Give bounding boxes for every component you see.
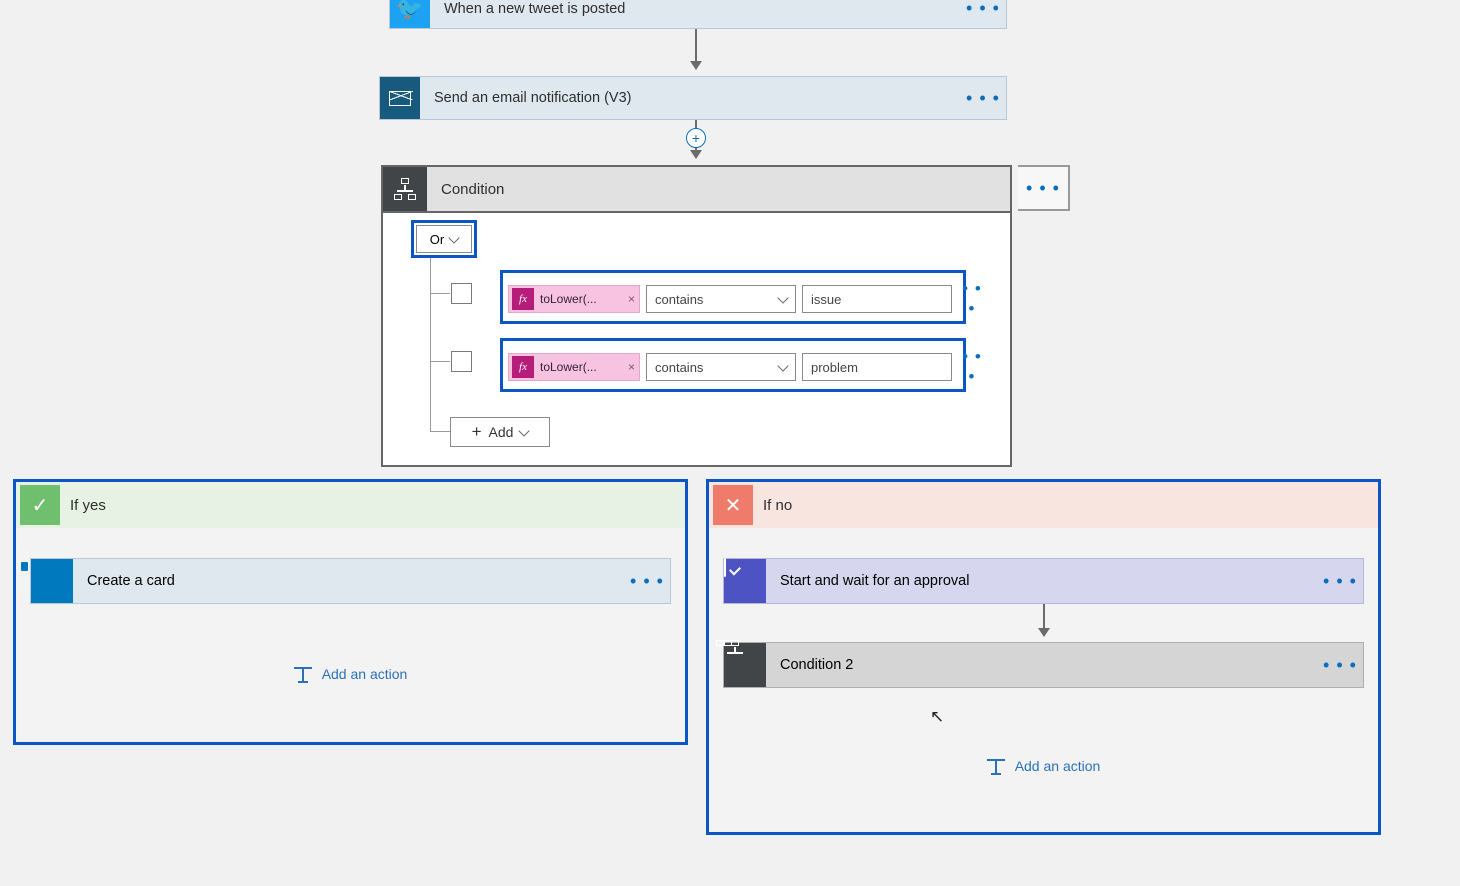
row-2-operator-select[interactable]: contains <box>646 353 796 381</box>
fx-icon: fx <box>512 288 534 310</box>
branch-no-title: If no <box>763 497 792 514</box>
step-trigger-label: When a new tweet is posted <box>430 0 960 28</box>
no-add-action-label: Add an action <box>1015 758 1101 774</box>
condition-icon <box>724 643 766 687</box>
step-email-label: Send an email notification (V3) <box>420 77 960 119</box>
step-trigger-menu[interactable]: • • • <box>960 0 1006 28</box>
chevron-down-icon <box>777 292 788 303</box>
step-condition-2[interactable]: Condition 2 • • • <box>723 642 1364 688</box>
group-operator-label: Or <box>430 232 444 247</box>
condition-row-2: fx toLower(... × contains • • • <box>508 347 986 387</box>
close-icon: ✕ <box>713 485 753 525</box>
row-1-value-input[interactable] <box>802 285 952 313</box>
condition-body: Or fx toLower(... × contains <box>383 213 1010 467</box>
step-approval[interactable]: Start and wait for an approval • • • <box>723 558 1364 604</box>
row-2-expression-chip[interactable]: fx toLower(... × <box>508 353 640 381</box>
yes-add-action[interactable]: Add an action <box>16 666 685 682</box>
twitter-icon: 🐦 <box>390 0 430 28</box>
step-create-card[interactable]: Create a card • • • <box>30 558 671 604</box>
chevron-down-icon <box>777 360 788 371</box>
step-condition-2-menu[interactable]: • • • <box>1317 643 1363 687</box>
trello-icon <box>31 559 73 603</box>
branch-no-header: ✕ If no <box>709 482 1378 528</box>
flow-canvas: 🐦 When a new tweet is posted • • • Send … <box>0 0 1460 886</box>
tree-line <box>430 258 431 432</box>
no-add-action[interactable]: Add an action <box>709 758 1378 774</box>
mail-icon <box>380 77 420 119</box>
condition-title: Condition <box>427 167 1010 211</box>
step-create-card-label: Create a card <box>73 559 624 603</box>
approval-icon <box>724 559 766 603</box>
chevron-down-icon <box>519 425 530 436</box>
condition-card[interactable]: Condition Or fx toLower(... × <box>381 165 1012 467</box>
row-2-checkbox[interactable] <box>451 351 472 372</box>
row-1-checkbox[interactable] <box>451 283 472 304</box>
row-1-expression-chip[interactable]: fx toLower(... × <box>508 285 640 313</box>
group-operator-select[interactable]: Or <box>416 225 472 253</box>
branch-no: ✕ If no Start and wait for an approval •… <box>706 479 1381 835</box>
branch-yes: ✓ If yes Create a card • • • Add an acti… <box>13 479 688 745</box>
tree-branch-1 <box>430 293 450 294</box>
arrow-no-1 <box>1043 604 1045 636</box>
row-1-expression-remove[interactable]: × <box>628 292 635 306</box>
condition-icon <box>383 167 427 211</box>
row-1-expression-text: toLower(... <box>540 292 597 306</box>
step-condition-2-label: Condition 2 <box>766 643 1317 687</box>
condition-row-1: fx toLower(... × contains • • • <box>508 279 986 319</box>
step-create-card-menu[interactable]: • • • <box>624 559 670 603</box>
plus-icon: + <box>472 422 482 442</box>
condition-menu[interactable]: • • • <box>1018 165 1070 211</box>
step-email-menu[interactable]: • • • <box>960 77 1006 119</box>
row-2-expression-text: toLower(... <box>540 360 597 374</box>
condition-header[interactable]: Condition <box>383 167 1010 213</box>
row-1-operator-label: contains <box>655 292 703 307</box>
step-approval-menu[interactable]: • • • <box>1317 559 1363 603</box>
fx-icon: fx <box>512 356 534 378</box>
yes-add-action-label: Add an action <box>322 666 408 682</box>
step-trigger[interactable]: 🐦 When a new tweet is posted • • • <box>389 0 1007 29</box>
branch-yes-title: If yes <box>70 497 106 514</box>
row-2-operator-label: contains <box>655 360 703 375</box>
tree-branch-2 <box>430 361 450 362</box>
insert-step-button[interactable]: + <box>686 128 706 148</box>
group-operator-highlight: Or <box>411 220 477 258</box>
add-action-icon <box>294 667 312 681</box>
row-2-value-input[interactable] <box>802 353 952 381</box>
step-approval-label: Start and wait for an approval <box>766 559 1317 603</box>
add-action-icon <box>987 759 1005 773</box>
row-2-menu[interactable]: • • • <box>958 347 986 387</box>
row-1-menu[interactable]: • • • <box>958 279 986 319</box>
chevron-down-icon <box>449 232 460 243</box>
step-email[interactable]: Send an email notification (V3) • • • <box>379 76 1007 120</box>
arrow-1 <box>695 29 697 69</box>
tree-branch-3 <box>430 431 450 432</box>
check-icon: ✓ <box>20 485 60 525</box>
row-2-expression-remove[interactable]: × <box>628 360 635 374</box>
add-row-label: Add <box>489 424 514 440</box>
row-1-operator-select[interactable]: contains <box>646 285 796 313</box>
add-row-button[interactable]: + Add <box>450 417 550 447</box>
branch-yes-header: ✓ If yes <box>16 482 685 528</box>
